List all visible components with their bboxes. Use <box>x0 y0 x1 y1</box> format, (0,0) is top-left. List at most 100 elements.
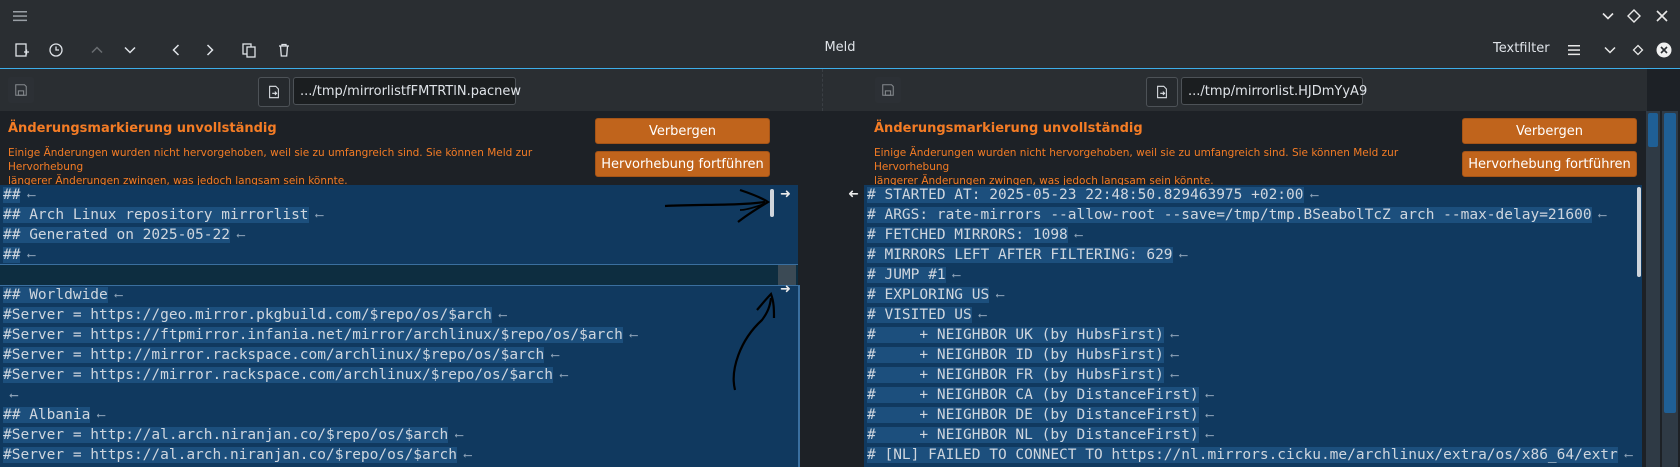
code-line[interactable]: # MIRRORS LEFT AFTER FILTERING: 629 ⟵ <box>867 245 1187 265</box>
line-end-icon: ⟵ <box>1172 248 1187 262</box>
hide-button[interactable]: Verbergen <box>1462 118 1637 144</box>
left-file-path[interactable]: .../tmp/mirrorlistfFMTRTlN.pacnew <box>293 77 521 105</box>
line-end-icon: ⟵ <box>20 248 35 262</box>
diamond-icon[interactable] <box>1622 4 1646 28</box>
code-line[interactable]: #Server = https://ftpmirror.infania.net/… <box>3 325 637 345</box>
code-line-text: ## Albania <box>3 407 91 423</box>
right-scroll-thumb[interactable] <box>1637 187 1641 277</box>
next-change-icon[interactable] <box>118 38 142 62</box>
line-end-icon: ⟵ <box>971 308 987 322</box>
info-message-line: Einige Änderungen wurden nicht hervorgeh… <box>874 147 1399 173</box>
left-file-bar: .../tmp/mirrorlistfFMTRTlN.pacnew <box>0 69 822 111</box>
info-message-line: Einige Änderungen wurden nicht hervorgeh… <box>8 147 533 173</box>
code-line-text: #Server = http://al.arch.niranjan.co/$re… <box>3 427 449 443</box>
code-line-text: # JUMP #1 <box>867 267 946 283</box>
code-line[interactable]: # VISITED US ⟵ <box>867 305 986 325</box>
code-line[interactable]: ## ⟵ <box>3 185 35 205</box>
code-line-text: #Server = https://al.arch.niranjan.co/$r… <box>3 447 457 463</box>
left-arrow-icon[interactable] <box>164 38 188 62</box>
line-end-icon: ⟵ <box>1198 408 1214 422</box>
copy-icon[interactable] <box>237 38 261 62</box>
open-file-right-button[interactable] <box>1146 77 1178 107</box>
code-line-text: # + NEIGHBOR UK (by HubsFirst) <box>867 327 1164 343</box>
code-line[interactable]: # EXPLORING US ⟵ <box>867 285 1004 305</box>
code-line[interactable]: # + NEIGHBOR ID (by HubsFirst) ⟵ <box>867 345 1178 365</box>
code-line-text: ## Arch Linux repository mirrorlist <box>3 207 309 223</box>
line-end-icon: ⟵ <box>945 268 961 282</box>
window-close-icon[interactable] <box>1652 38 1676 62</box>
right-file-path[interactable]: .../tmp/mirrorlist.HJDmYyA9 <box>1181 77 1367 105</box>
code-line-text: #Server = https://mirror.rackspace.com/a… <box>3 367 553 383</box>
main-toolbar: Meld Textfilter <box>0 32 1680 69</box>
code-line-text: # + NEIGHBOR CA (by DistanceFirst) <box>867 387 1199 403</box>
annotation-arrow-head <box>737 188 771 223</box>
line-end-icon: ⟵ <box>3 388 18 402</box>
hide-button[interactable]: Verbergen <box>595 118 770 144</box>
code-line-text: # EXPLORING US <box>867 287 990 303</box>
code-line[interactable]: #Server = https://mirror.rackspace.com/a… <box>3 365 567 385</box>
copy-left-arrow-icon[interactable]: ➜ <box>848 187 859 202</box>
code-line[interactable]: ⟵ <box>3 385 17 405</box>
delete-icon[interactable] <box>272 38 296 62</box>
code-line[interactable]: ## Albania ⟵ <box>3 405 105 425</box>
previous-change-icon[interactable] <box>85 38 109 62</box>
line-end-icon: ⟵ <box>107 288 123 302</box>
info-message: Einige Änderungen wurden nicht hervorgeh… <box>874 146 1444 188</box>
code-line[interactable]: # STARTED AT: 2025-05-23 22:48:50.829463… <box>867 185 1318 205</box>
save-left-button[interactable] <box>8 77 34 103</box>
code-line[interactable]: # JUMP #1 ⟵ <box>867 265 960 285</box>
save-right-button[interactable] <box>875 77 901 103</box>
line-end-icon: ⟵ <box>1163 368 1179 382</box>
open-file-left-button[interactable] <box>258 77 290 107</box>
minimize-chevron-icon[interactable] <box>1598 38 1622 62</box>
right-info-bar: Änderungsmarkierung unvollständig Einige… <box>866 111 1646 187</box>
line-end-icon: ⟵ <box>20 188 35 202</box>
line-end-icon: ⟵ <box>1198 388 1214 402</box>
text-filter-label[interactable]: Textfilter <box>1493 41 1550 56</box>
code-line-text: ## <box>3 247 21 263</box>
code-line[interactable]: # ARGS: rate-mirrors --allow-root --save… <box>867 205 1606 225</box>
code-line[interactable]: # + NEIGHBOR UK (by HubsFirst) ⟵ <box>867 325 1178 345</box>
code-line-text: # + NEIGHBOR FR (by HubsFirst) <box>867 367 1164 383</box>
code-line[interactable]: ## Worldwide ⟵ <box>3 285 122 305</box>
new-comparison-icon[interactable] <box>10 38 34 62</box>
right-arrow-icon[interactable] <box>198 38 222 62</box>
code-line[interactable]: #Server = http://al.arch.niranjan.co/$re… <box>3 425 463 445</box>
code-line[interactable]: # [NL] FAILED TO CONNECT TO https://nl.m… <box>867 445 1632 465</box>
code-line-text: ## Worldwide <box>3 287 108 303</box>
code-line[interactable]: # FETCHED MIRRORS: 1098 ⟵ <box>867 225 1082 245</box>
chevron-down-icon[interactable] <box>1596 4 1620 28</box>
code-line[interactable]: #Server = https://geo.mirror.pkgbuild.co… <box>3 305 506 325</box>
line-end-icon: ⟵ <box>1198 428 1214 442</box>
continue-highlighting-button[interactable]: Hervorhebung fortführen <box>1462 151 1637 177</box>
close-icon[interactable] <box>1650 4 1674 28</box>
maximize-diamond-icon[interactable] <box>1626 38 1650 62</box>
code-line[interactable]: #Server = https://al.arch.niranjan.co/$r… <box>3 445 471 465</box>
code-line-text: # + NEIGHBOR ID (by HubsFirst) <box>867 347 1164 363</box>
overview-map-left[interactable] <box>1646 111 1660 467</box>
code-line[interactable]: ## ⟵ <box>3 245 35 265</box>
link-map: ➜ ➜ ➜ <box>780 185 864 467</box>
code-line[interactable]: # + NEIGHBOR CA (by DistanceFirst) ⟵ <box>867 385 1213 405</box>
code-line[interactable]: # + NEIGHBOR NL (by DistanceFirst) ⟵ <box>867 425 1213 445</box>
code-line-text: ## <box>3 187 21 203</box>
overview-map-right[interactable] <box>1662 111 1678 467</box>
continue-highlighting-button[interactable]: Hervorhebung fortführen <box>595 151 770 177</box>
code-line-text: # VISITED US <box>867 307 972 323</box>
code-line[interactable]: # + NEIGHBOR FR (by HubsFirst) ⟵ <box>867 365 1178 385</box>
code-line[interactable]: ## Arch Linux repository mirrorlist ⟵ <box>3 205 323 225</box>
line-end-icon: ⟵ <box>622 328 638 342</box>
history-icon[interactable] <box>44 38 68 62</box>
info-heading: Änderungsmarkierung unvollständig <box>874 121 1143 136</box>
code-line[interactable]: #Server = http://mirror.rackspace.com/ar… <box>3 345 559 365</box>
code-line[interactable]: # + NEIGHBOR DE (by DistanceFirst) ⟵ <box>867 405 1213 425</box>
hamburger-menu-icon[interactable] <box>8 4 32 28</box>
code-line-text: # FETCHED MIRRORS: 1098 <box>867 227 1068 243</box>
right-text-pane[interactable]: # STARTED AT: 2025-05-23 22:48:50.829463… <box>864 185 1642 467</box>
menu-icon[interactable] <box>1562 38 1586 62</box>
code-line-text: # + NEIGHBOR DE (by DistanceFirst) <box>867 407 1199 423</box>
code-line[interactable]: ## Generated on 2025-05-22 ⟵ <box>3 225 244 245</box>
line-end-icon: ⟵ <box>308 208 323 222</box>
code-line-text: # + NEIGHBOR NL (by DistanceFirst) <box>867 427 1199 443</box>
code-line-text: # ARGS: rate-mirrors --allow-root --save… <box>867 207 1592 223</box>
